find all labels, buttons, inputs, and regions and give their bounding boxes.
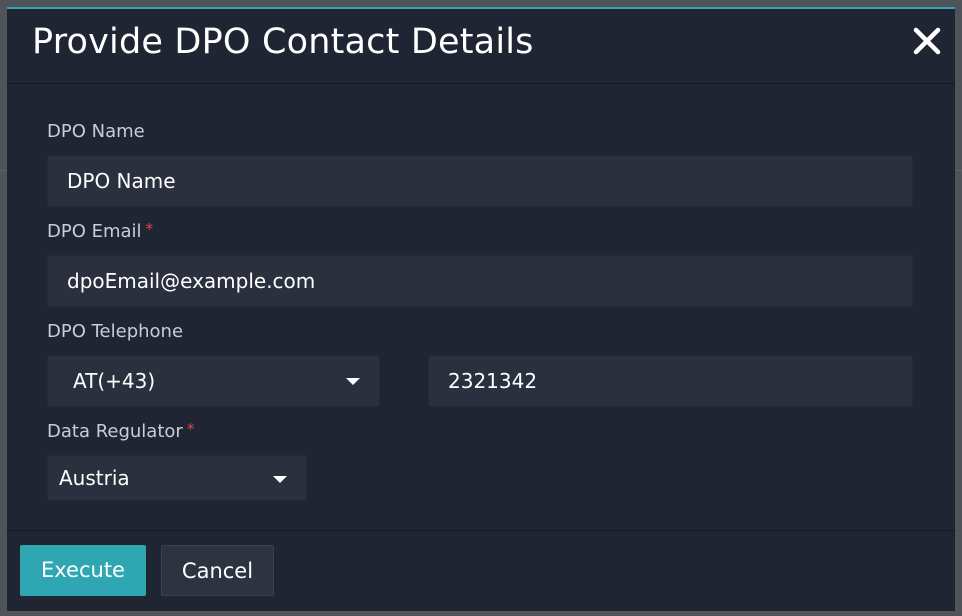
- execute-button[interactable]: Execute: [20, 545, 146, 596]
- dialog-title: Provide DPO Contact Details: [32, 22, 534, 62]
- dpo-telephone-label: DPO Telephone: [47, 321, 183, 342]
- dpo-name-field[interactable]: DPO Name: [47, 155, 913, 207]
- cancel-button[interactable]: Cancel: [161, 545, 274, 596]
- telephone-number-field[interactable]: 2321342: [428, 355, 913, 407]
- dialog-footer: Execute Cancel: [7, 530, 955, 611]
- dpo-contact-dialog: Provide DPO Contact Details DPO Name DPO…: [7, 7, 955, 611]
- dpo-email-field[interactable]: dpoEmail@example.com: [47, 255, 913, 307]
- data-regulator-value: Austria: [59, 466, 130, 490]
- data-regulator-label: Data Regulator *: [47, 420, 195, 442]
- country-code-select[interactable]: AT(+43): [47, 355, 380, 407]
- dialog-body: DPO Name DPO Name DPO Email * dpoEmail@ex…: [7, 84, 955, 530]
- data-regulator-label-text: Data Regulator: [47, 421, 183, 442]
- chevron-down-icon: [346, 378, 360, 385]
- data-regulator-select[interactable]: Austria: [47, 455, 307, 501]
- dpo-email-label-text: DPO Email: [47, 221, 142, 242]
- required-marker: *: [186, 420, 195, 438]
- required-marker: *: [145, 220, 154, 238]
- dpo-name-label-text: DPO Name: [47, 121, 145, 142]
- dpo-name-label: DPO Name: [47, 121, 145, 142]
- dialog-header: Provide DPO Contact Details: [7, 9, 955, 84]
- country-code-value: AT(+43): [73, 369, 156, 393]
- dpo-email-label: DPO Email *: [47, 220, 154, 242]
- dpo-telephone-label-text: DPO Telephone: [47, 321, 184, 342]
- close-icon[interactable]: [911, 25, 943, 57]
- chevron-down-icon: [273, 476, 287, 483]
